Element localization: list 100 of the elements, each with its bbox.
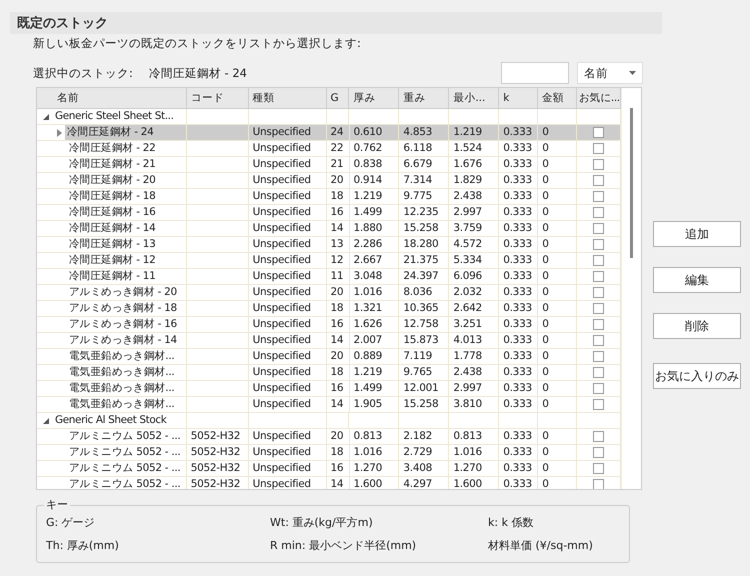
favorite-checkbox[interactable] — [593, 351, 604, 362]
table-row[interactable]: 電気亜鉛めっき鋼材... Unspecified 18 1.219 9.765 2.438 0.333 0 — [37, 365, 622, 381]
table-row[interactable]: 冷間圧延鋼材 - 24 Unspecified 24 0.610 4.853 1.219 0.333 0 — [37, 125, 622, 141]
table-row[interactable]: アルミめっき鋼材 - 18 Unspecified 18 1.321 10.365 2.642 0.333 0 — [37, 301, 622, 317]
favorite-checkbox[interactable] — [593, 287, 604, 298]
table-cell: 0.838 — [350, 157, 400, 173]
favorite-checkbox[interactable] — [593, 463, 604, 474]
favorite-checkbox[interactable] — [593, 271, 604, 282]
favorite-checkbox[interactable] — [593, 223, 604, 234]
key-item: 材料単価 (¥/sq-mm) — [488, 538, 594, 553]
table-cell: 0.333 — [499, 349, 538, 365]
favorite-checkbox[interactable] — [593, 143, 604, 154]
table-row[interactable]: アルミニウム 5052 - ... 5052-H32 Unspecified 16 1.270 3.408 1.270 0.333 0 — [37, 461, 622, 477]
column-header[interactable]: 名前 — [37, 88, 187, 108]
table-row[interactable]: 電気亜鉛めっき鋼材... Unspecified 20 0.889 7.119 1.778 0.333 0 — [37, 349, 622, 365]
table-cell: 11 — [326, 269, 350, 285]
favorite-checkbox[interactable] — [593, 335, 604, 346]
table-cell: 0.333 — [499, 461, 538, 477]
favorite-checkbox[interactable] — [593, 431, 604, 442]
column-header[interactable]: 金額 — [538, 88, 578, 108]
table-row[interactable]: アルミニウム 5052 - ... 5052-H32 Unspecified 14 1.600 4.297 1.600 0.333 0 — [37, 477, 622, 489]
table-row[interactable]: アルミめっき鋼材 - 20 Unspecified 20 1.016 8.036 2.032 0.333 0 — [37, 285, 622, 301]
favorite-checkbox[interactable] — [593, 399, 604, 410]
table-cell: 0 — [538, 301, 578, 317]
table-row[interactable]: 冷間圧延鋼材 - 12 Unspecified 12 2.667 21.375 5.334 0.333 0 — [37, 253, 622, 269]
favorite-checkbox[interactable] — [593, 447, 604, 458]
table-cell: 7.119 — [399, 349, 450, 365]
favorite-checkbox[interactable] — [593, 255, 604, 266]
table-cell: 1.626 — [350, 317, 400, 333]
table-row[interactable]: 冷間圧延鋼材 - 22 Unspecified 22 0.762 6.118 1.524 0.333 0 — [37, 141, 622, 157]
column-header[interactable]: 種類 — [248, 88, 327, 108]
column-header[interactable]: コード — [186, 88, 249, 108]
search-field[interactable] — [501, 62, 569, 84]
name-cell-text: 電気亜鉛めっき鋼材... — [68, 397, 176, 412]
table-row[interactable]: 冷間圧延鋼材 - 16 Unspecified 16 1.499 12.235 2.997 0.333 0 — [37, 205, 622, 221]
table-cell: 0.333 — [499, 445, 538, 461]
table-cell: 0 — [538, 189, 578, 205]
table-cell — [186, 301, 249, 317]
table-row[interactable]: アルミニウム 5052 - ... 5052-H32 Unspecified 18 1.016 2.729 1.016 0.333 0 — [37, 445, 622, 461]
table-cell: 2.438 — [449, 365, 500, 381]
table-cell: Unspecified — [248, 237, 327, 253]
table-cell: 20 — [326, 173, 350, 189]
table-cell: 14 — [326, 397, 350, 413]
table-row[interactable]: 電気亜鉛めっき鋼材... Unspecified 16 1.499 12.001 2.997 0.333 0 — [37, 381, 622, 397]
name-cell-text: アルミめっき鋼材 - 14 — [68, 333, 178, 348]
table-row[interactable]: 冷間圧延鋼材 - 21 Unspecified 21 0.838 6.679 1.676 0.333 0 — [37, 157, 622, 173]
action-button[interactable]: お気に入りのみ — [653, 363, 741, 389]
name-cell-text: 冷間圧延鋼材 - 20 — [68, 173, 157, 188]
column-header[interactable]: 重み — [399, 88, 450, 108]
row-pointer-icon — [57, 129, 62, 137]
action-button[interactable]: 追加 — [653, 221, 741, 247]
table-cell: 1.829 — [449, 173, 500, 189]
favorite-checkbox[interactable] — [593, 239, 604, 250]
table-cell: 0.333 — [499, 173, 538, 189]
favorite-checkbox[interactable] — [593, 159, 604, 170]
table-cell: 20 — [326, 429, 350, 445]
favorite-checkbox[interactable] — [593, 303, 604, 314]
table-row[interactable]: アルミめっき鋼材 - 14 Unspecified 14 2.007 15.873 4.013 0.333 0 — [37, 333, 622, 349]
table-cell: 0 — [538, 221, 578, 237]
table-row[interactable]: 冷間圧延鋼材 - 14 Unspecified 14 1.880 15.258 3.759 0.333 0 — [37, 221, 622, 237]
table-cell: 0.889 — [350, 349, 400, 365]
favorite-checkbox[interactable] — [593, 367, 604, 378]
table-row[interactable]: 冷間圧延鋼材 - 11 Unspecified 11 3.048 24.397 6.096 0.333 0 — [37, 269, 622, 285]
table-cell — [186, 365, 249, 381]
name-cell-text: 冷間圧延鋼材 - 22 — [68, 141, 157, 156]
table-row[interactable]: 冷間圧延鋼材 - 13 Unspecified 13 2.286 18.280 4.572 0.333 0 — [37, 237, 622, 253]
table-cell: 0 — [538, 157, 578, 173]
favorite-checkbox[interactable] — [593, 191, 604, 202]
table-cell: 0 — [538, 253, 578, 269]
group-row-cell[interactable]: Generic Al Sheet Stock — [37, 413, 187, 429]
favorite-checkbox[interactable] — [593, 383, 604, 394]
favorite-checkbox[interactable] — [593, 175, 604, 186]
column-header[interactable]: k — [499, 88, 538, 108]
column-header[interactable]: G — [326, 88, 350, 108]
table-cell: 0.610 — [350, 125, 400, 141]
column-header[interactable]: 最小... — [449, 88, 500, 108]
table-row[interactable]: アルミニウム 5052 - ... 5052-H32 Unspecified 20 0.813 2.182 0.813 0.333 0 — [37, 429, 622, 445]
table-row[interactable]: 冷間圧延鋼材 - 18 Unspecified 18 1.219 9.775 2.438 0.333 0 — [37, 189, 622, 205]
favorite-checkbox[interactable] — [593, 479, 604, 489]
table-cell: Unspecified — [248, 445, 327, 461]
table-row[interactable]: 冷間圧延鋼材 - 20 Unspecified 20 0.914 7.314 1.829 0.333 0 — [37, 173, 622, 189]
column-header[interactable]: 厚み — [349, 88, 400, 108]
expand-icon[interactable] — [43, 418, 49, 424]
expand-icon[interactable] — [43, 114, 49, 120]
table-cell: 0.333 — [499, 301, 538, 317]
action-button[interactable]: 削除 — [653, 313, 741, 339]
action-button[interactable]: 編集 — [653, 267, 741, 293]
table-row[interactable]: アルミめっき鋼材 - 16 Unspecified 16 1.626 12.758 3.251 0.333 0 — [37, 317, 622, 333]
table-cell: 0.333 — [499, 429, 538, 445]
table-cell: 0.333 — [499, 317, 538, 333]
table-cell: 0.333 — [499, 253, 538, 269]
sort-dropdown[interactable]: 名前 — [577, 62, 643, 84]
table-cell: Unspecified — [248, 365, 327, 381]
table-cell: Unspecified — [248, 173, 327, 189]
favorite-checkbox[interactable] — [593, 207, 604, 218]
favorite-checkbox[interactable] — [593, 319, 604, 330]
favorite-checkbox[interactable] — [593, 127, 604, 138]
table-cell — [186, 125, 249, 141]
table-row[interactable]: 電気亜鉛めっき鋼材... Unspecified 14 1.905 15.258 3.810 0.333 0 — [37, 397, 622, 413]
table-cell: Unspecified — [248, 477, 327, 489]
